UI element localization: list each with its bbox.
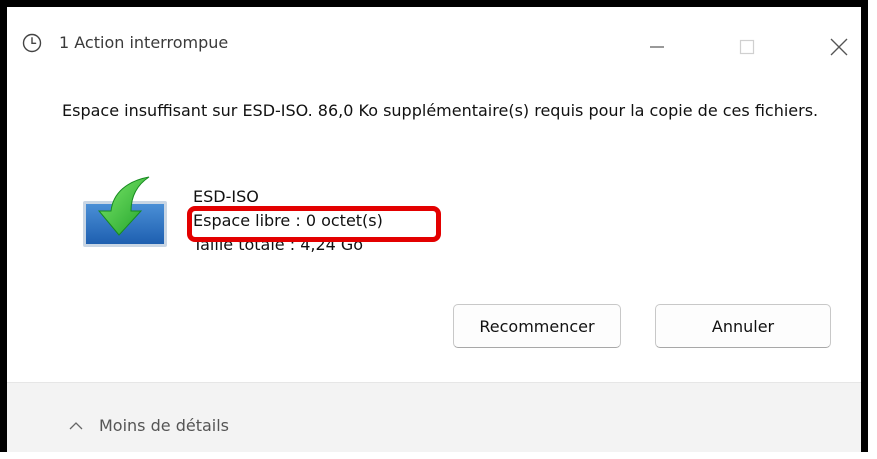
- highlight-box: [187, 206, 441, 242]
- drive-download-icon: [77, 167, 169, 249]
- window-title: 1 Action interrompue: [59, 33, 229, 52]
- maximize-icon: [739, 39, 755, 55]
- file-operation-dialog: 1 Action interrompue Espace insuffisant …: [0, 0, 868, 452]
- cancel-button[interactable]: Annuler: [655, 304, 831, 348]
- maximize-button[interactable]: [727, 27, 767, 57]
- less-details-toggle[interactable]: Moins de détails: [69, 416, 229, 435]
- minimize-icon: [650, 46, 664, 48]
- close-icon: [830, 38, 848, 56]
- close-button[interactable]: [819, 27, 859, 57]
- title-bar: 1 Action interrompue: [7, 7, 861, 72]
- clock-icon: [22, 33, 42, 53]
- details-footer: Moins de détails: [7, 382, 861, 452]
- minimize-button[interactable]: [637, 27, 677, 57]
- less-details-label: Moins de détails: [99, 416, 229, 435]
- chevron-up-icon: [69, 421, 83, 429]
- error-message: Espace insuffisant sur ESD-ISO. 86,0 Ko …: [62, 101, 819, 120]
- retry-button[interactable]: Recommencer: [453, 304, 621, 348]
